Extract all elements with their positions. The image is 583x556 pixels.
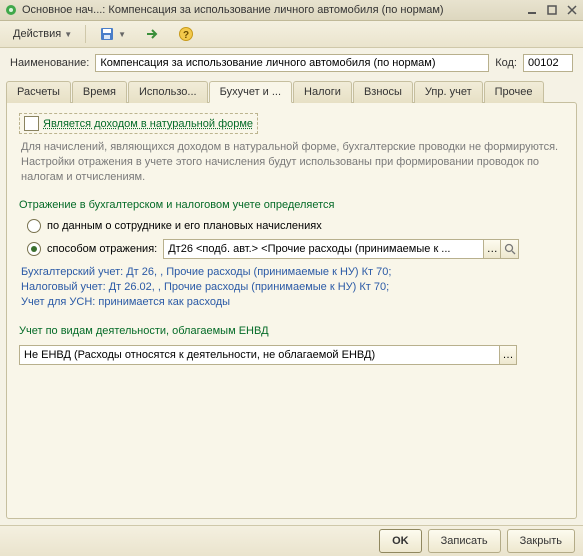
chevron-down-icon: ▼ — [118, 30, 126, 39]
svg-text:?: ? — [183, 30, 189, 41]
maximize-button[interactable] — [545, 3, 559, 17]
ok-button[interactable]: OK — [379, 529, 422, 553]
tab-taxes[interactable]: Налоги — [293, 81, 352, 103]
tab-calculations[interactable]: Расчеты — [6, 81, 71, 103]
tab-bar: Расчеты Время Использо... Бухучет и ... … — [0, 80, 583, 102]
radio-by-method[interactable] — [27, 242, 41, 256]
code-label: Код: — [495, 57, 517, 69]
help-icon: ? — [178, 26, 194, 42]
write-button[interactable]: Записать — [428, 529, 501, 553]
envd-select-button[interactable]: … — [499, 345, 517, 365]
reflection-section-title: Отражение в бухгалтерском и налоговом уч… — [19, 199, 564, 211]
tab-usage[interactable]: Использо... — [128, 81, 208, 103]
footer: OK Записать Закрыть — [0, 525, 583, 556]
code-field[interactable] — [523, 54, 573, 72]
ellipsis-icon: … — [487, 243, 498, 255]
natural-income-label[interactable]: Является доходом в натуральной форме — [43, 118, 253, 130]
radio-by-employee-label: по данным о сотруднике и его плановых на… — [47, 220, 322, 232]
ellipsis-icon: … — [503, 349, 514, 361]
name-field[interactable] — [95, 54, 489, 72]
window-title: Основное нач...: Компенсация за использо… — [22, 4, 525, 16]
envd-field[interactable] — [19, 345, 499, 365]
close-button[interactable] — [565, 3, 579, 17]
header-row: Наименование: Код: — [0, 48, 583, 78]
name-label: Наименование: — [10, 57, 89, 69]
actions-menu[interactable]: Действия▼ — [6, 23, 79, 45]
method-select-button[interactable]: … — [483, 239, 501, 259]
method-field[interactable] — [163, 239, 483, 259]
tab-accounting[interactable]: Бухучет и ... — [209, 81, 292, 103]
app-icon — [4, 3, 18, 17]
search-icon — [504, 243, 516, 255]
accounting-info: Бухгалтерский учет: Дт 26, , Прочие расх… — [21, 265, 564, 311]
minimize-button[interactable] — [525, 3, 539, 17]
radio-by-employee[interactable] — [27, 219, 41, 233]
tab-time[interactable]: Время — [72, 81, 127, 103]
tab-other[interactable]: Прочее — [484, 81, 544, 103]
titlebar: Основное нач...: Компенсация за использо… — [0, 0, 583, 21]
tab-mgmt[interactable]: Упр. учет — [414, 81, 483, 103]
natural-income-checkbox[interactable] — [24, 116, 39, 131]
envd-combo: … — [19, 345, 564, 365]
close-button-footer[interactable]: Закрыть — [507, 529, 575, 553]
natural-income-hint: Для начислений, являющихся доходом в нат… — [21, 140, 562, 185]
diskette-icon — [99, 26, 115, 42]
envd-section-title: Учет по видам деятельности, облагаемым Е… — [19, 325, 564, 337]
tab-contributions[interactable]: Взносы — [353, 81, 413, 103]
help-button[interactable]: ? — [171, 23, 201, 45]
chevron-down-icon: ▼ — [64, 30, 72, 39]
radio-by-method-label: способом отражения: — [47, 243, 157, 255]
toolbar: Действия▼ ▼ ? — [0, 21, 583, 48]
method-lookup-button[interactable] — [501, 239, 519, 259]
separator — [85, 25, 86, 43]
method-combo: … — [163, 239, 519, 259]
tab-page: Является доходом в натуральной форме Для… — [6, 102, 577, 519]
go-button[interactable] — [137, 23, 167, 45]
save-button[interactable]: ▼ — [92, 23, 133, 45]
arrow-right-icon — [144, 26, 160, 42]
